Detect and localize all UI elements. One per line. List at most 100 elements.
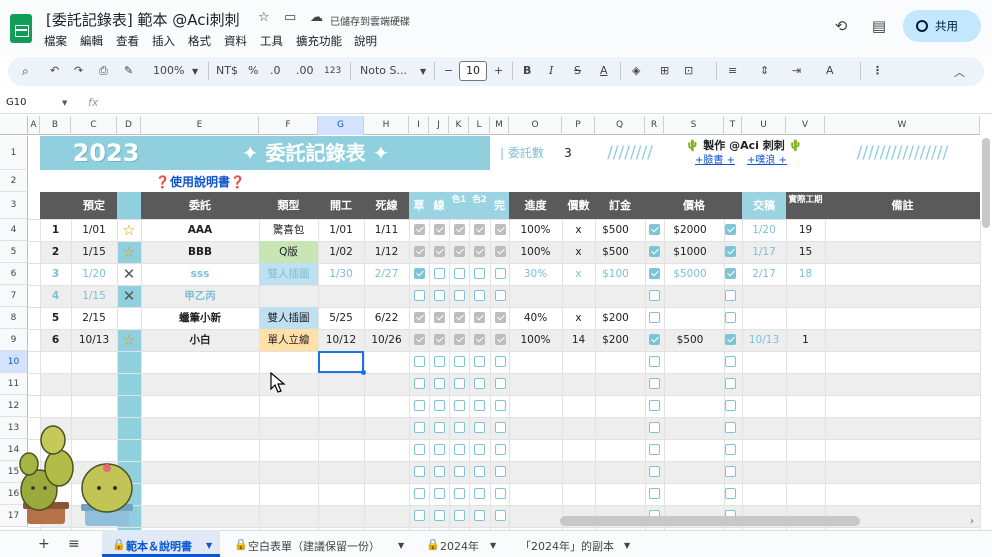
stage-checkbox[interactable] [434, 422, 445, 433]
stage-checkbox[interactable] [474, 334, 485, 345]
percent-format[interactable]: % [248, 64, 258, 77]
record-start[interactable]: 10/12 [318, 329, 364, 351]
price-checkbox[interactable] [725, 488, 736, 499]
column-header-L[interactable]: L [469, 116, 490, 135]
record-deadline[interactable]: 1/11 [364, 219, 409, 241]
record-progress[interactable]: 40% [509, 307, 562, 329]
select-all-corner[interactable] [0, 116, 28, 135]
row-header-8[interactable]: 8 [0, 307, 28, 329]
record-type[interactable]: 雙人插圖 [259, 263, 318, 285]
record-mark-icon[interactable]: ✕ [117, 263, 141, 285]
column-header-U[interactable]: U [742, 116, 786, 135]
stage-checkbox[interactable] [414, 400, 425, 411]
record-start[interactable] [318, 285, 364, 307]
record-deadline[interactable]: 6/22 [364, 307, 409, 329]
record-deposit[interactable]: $100 [595, 263, 636, 285]
deposit-checkbox[interactable] [649, 268, 660, 279]
record-mark-icon[interactable]: ☆ [117, 241, 141, 263]
column-header-O[interactable]: O [509, 116, 562, 135]
record-date[interactable]: 1/15 [71, 285, 117, 307]
record-start[interactable]: 5/25 [318, 307, 364, 329]
star-icon[interactable]: ☆ [258, 10, 270, 25]
stage-checkbox[interactable] [434, 224, 445, 235]
record-no[interactable]: 6 [40, 329, 71, 351]
deposit-checkbox[interactable] [649, 334, 660, 345]
column-header-W[interactable]: W [825, 116, 980, 135]
name-box[interactable]: G10 [6, 97, 26, 108]
record-no[interactable]: 3 [40, 263, 71, 285]
more-formats[interactable]: 123 [324, 66, 341, 76]
price-checkbox[interactable] [725, 290, 736, 301]
tab-2024-copy[interactable]: 「2024年」的副本 [520, 538, 614, 554]
record-price[interactable]: $1000 [664, 241, 716, 263]
stage-checkbox[interactable] [454, 334, 465, 345]
row-header-1[interactable]: 1 [0, 136, 28, 170]
record-date[interactable]: 1/20 [71, 263, 117, 285]
stage-checkbox[interactable] [434, 312, 445, 323]
vertical-scrollbar[interactable] [982, 138, 990, 228]
bold-icon[interactable]: B [523, 64, 531, 77]
price-checkbox[interactable] [725, 334, 736, 345]
price-checkbox[interactable] [725, 224, 736, 235]
all-sheets-icon[interactable]: ≡ [68, 536, 80, 552]
record-progress[interactable]: 30% [509, 263, 562, 285]
record-deposit[interactable]: $500 [595, 219, 636, 241]
menu-view[interactable]: 查看 [116, 33, 139, 49]
record-price[interactable]: $2000 [664, 219, 716, 241]
record-date[interactable]: 2/15 [71, 307, 117, 329]
decrease-font-icon[interactable]: − [444, 64, 453, 77]
fill-color-icon[interactable]: ◈ [632, 64, 640, 77]
stage-checkbox[interactable] [474, 356, 485, 367]
record-deposit[interactable]: $200 [595, 307, 636, 329]
tab-2024[interactable]: 2024年 [440, 538, 479, 554]
record-price[interactable] [664, 307, 716, 329]
record-type[interactable]: Q版 [259, 241, 318, 263]
price-checkbox[interactable] [725, 378, 736, 389]
menu-tools[interactable]: 工具 [260, 33, 283, 49]
record-no[interactable]: 2 [40, 241, 71, 263]
stage-checkbox[interactable] [414, 224, 425, 235]
record-price[interactable]: $5000 [664, 263, 716, 285]
column-header-K[interactable]: K [449, 116, 469, 135]
stage-checkbox[interactable] [474, 268, 485, 279]
record-progress[interactable]: 100% [509, 241, 562, 263]
row-header-11[interactable]: 11 [0, 373, 28, 395]
record-date[interactable]: 1/01 [71, 219, 117, 241]
record-deadline[interactable] [364, 285, 409, 307]
row-header-5[interactable]: 5 [0, 241, 28, 263]
menu-file[interactable]: 檔案 [44, 33, 67, 49]
stage-checkbox[interactable] [495, 356, 506, 367]
menu-help[interactable]: 說明 [354, 33, 377, 49]
deposit-checkbox[interactable] [649, 400, 660, 411]
deposit-checkbox[interactable] [649, 312, 660, 323]
price-checkbox[interactable] [725, 400, 736, 411]
stage-checkbox[interactable] [454, 488, 465, 499]
stage-checkbox[interactable] [495, 400, 506, 411]
deposit-checkbox[interactable] [649, 224, 660, 235]
record-name[interactable]: sss [141, 263, 259, 285]
price-checkbox[interactable] [725, 312, 736, 323]
history-icon[interactable]: ⟲ [828, 13, 854, 39]
row-header-7[interactable]: 7 [0, 285, 28, 307]
stage-checkbox[interactable] [414, 466, 425, 477]
record-no[interactable]: 1 [40, 219, 71, 241]
record-deadline[interactable]: 1/12 [364, 241, 409, 263]
stage-checkbox[interactable] [474, 466, 485, 477]
record-count[interactable] [562, 285, 595, 307]
deposit-checkbox[interactable] [649, 246, 660, 257]
column-header-G[interactable]: G [318, 116, 364, 135]
column-header-F[interactable]: F [259, 116, 318, 135]
deposit-checkbox[interactable] [649, 356, 660, 367]
stage-checkbox[interactable] [474, 510, 485, 521]
stage-checkbox[interactable] [495, 466, 506, 477]
share-button[interactable]: 共用 [903, 10, 981, 42]
record-type[interactable]: 驚喜包 [259, 219, 318, 241]
stage-checkbox[interactable] [495, 488, 506, 499]
record-type[interactable]: 雙人插圖 [259, 307, 318, 329]
stage-checkbox[interactable] [454, 466, 465, 477]
stage-checkbox[interactable] [495, 246, 506, 257]
scroll-right-icon[interactable]: › [970, 516, 974, 527]
column-header-B[interactable]: B [40, 116, 71, 135]
record-deposit[interactable]: $200 [595, 329, 636, 351]
record-start[interactable]: 1/01 [318, 219, 364, 241]
